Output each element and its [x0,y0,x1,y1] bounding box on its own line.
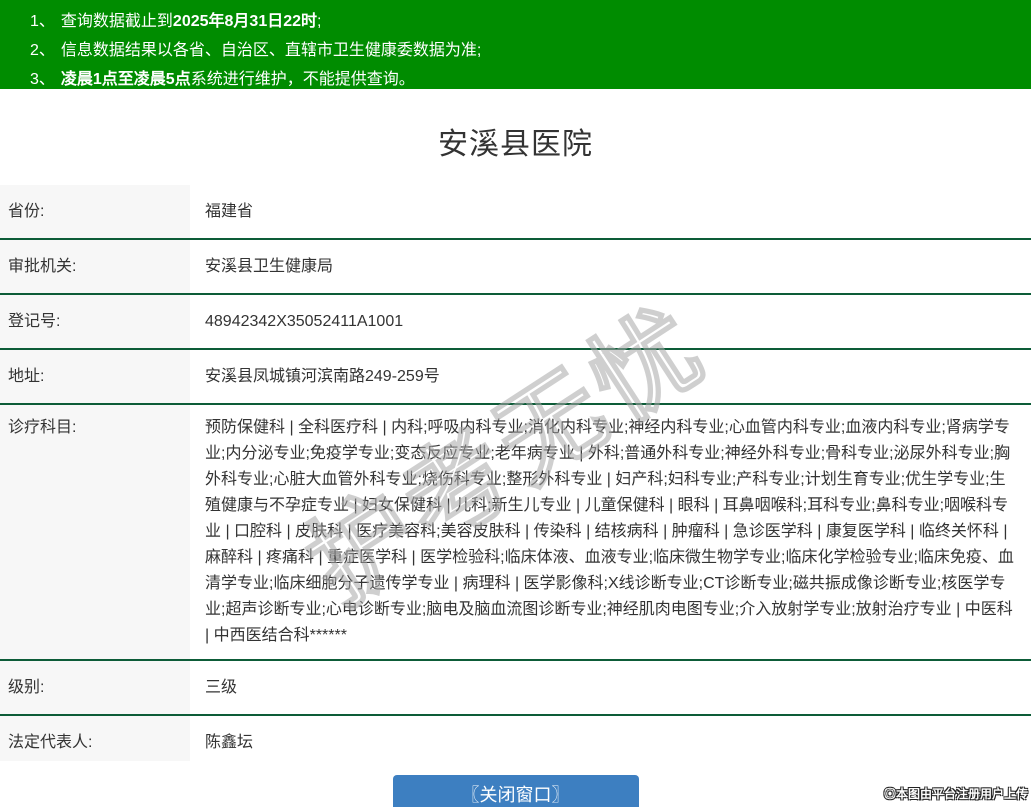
button-bar: 〖关闭窗口〗 [0,775,1031,807]
row-label: 诊疗科目: [0,404,190,660]
notice-line-1: 1、 查询数据截止到2025年8月31日22时; [30,7,1021,36]
title-area: 安溪县医院 [0,89,1031,185]
close-window-button[interactable]: 〖关闭窗口〗 [392,775,639,807]
notice-banner: 1、 查询数据截止到2025年8月31日22时; 2、 信息数据结果以各省、自治区、… [0,0,1031,89]
notice-number: 2、 [30,42,55,59]
table-row-medical-departments: 诊疗科目: 预防保健科 | 全科医疗科 | 内科;呼吸内科专业;消化内科专业;神… [0,404,1031,660]
notice-text: 系统进行维护，不能提供查询。 [190,71,415,88]
notice-line-2: 2、 信息数据结果以各省、自治区、直辖市卫生健康委数据为准; [30,36,1021,65]
notice-number: 1、 [30,13,55,30]
table-row-legal-representative: 法定代表人: 陈鑫坛 [0,715,1031,761]
page-title: 安溪县医院 [438,128,593,161]
page: 1、 查询数据截止到2025年8月31日22时; 2、 信息数据结果以各省、自治区、… [0,0,1031,807]
table-row-province: 省份: 福建省 [0,185,1031,239]
hospital-info-table: 省份: 福建省 审批机关: 安溪县卫生健康局 登记号: 48942342X350… [0,185,1031,761]
notice-text: 查询数据截止到 [60,13,173,30]
row-value: 福建省 [190,185,1031,239]
table-row-approval-authority: 审批机关: 安溪县卫生健康局 [0,239,1031,294]
notice-text-bold: 2025年8月31日22时 [172,13,318,30]
notice-text: ; [317,13,322,30]
notice-number: 3、 [30,71,55,88]
row-label: 审批机关: [0,239,190,294]
table-row-registration-number: 登记号: 48942342X35052411A1001 [0,294,1031,349]
row-value: 安溪县卫生健康局 [190,239,1031,294]
row-label: 地址: [0,349,190,404]
row-value: 三级 [190,660,1031,715]
notice-text: 信息数据结果以各省、自治区、直辖市卫生健康委数据为准; [60,42,482,59]
row-value: 陈鑫坛 [190,715,1031,761]
uploader-stamp: ◎本图由平台注册用户上传 [883,787,1028,801]
row-label: 级别: [0,660,190,715]
table-row-address: 地址: 安溪县凤城镇河滨南路249-259号 [0,349,1031,404]
row-value: 安溪县凤城镇河滨南路249-259号 [190,349,1031,404]
row-value: 预防保健科 | 全科医疗科 | 内科;呼吸内科专业;消化内科专业;神经内科专业;… [190,404,1031,660]
row-label: 登记号: [0,294,190,349]
notice-text-bold: 凌晨1点至凌晨5点 [60,71,191,88]
hospital-info-table-container: 省份: 福建省 审批机关: 安溪县卫生健康局 登记号: 48942342X350… [0,185,1031,761]
table-row-level: 级别: 三级 [0,660,1031,715]
row-label: 法定代表人: [0,715,190,761]
row-value: 48942342X35052411A1001 [190,294,1031,349]
row-label: 省份: [0,185,190,239]
